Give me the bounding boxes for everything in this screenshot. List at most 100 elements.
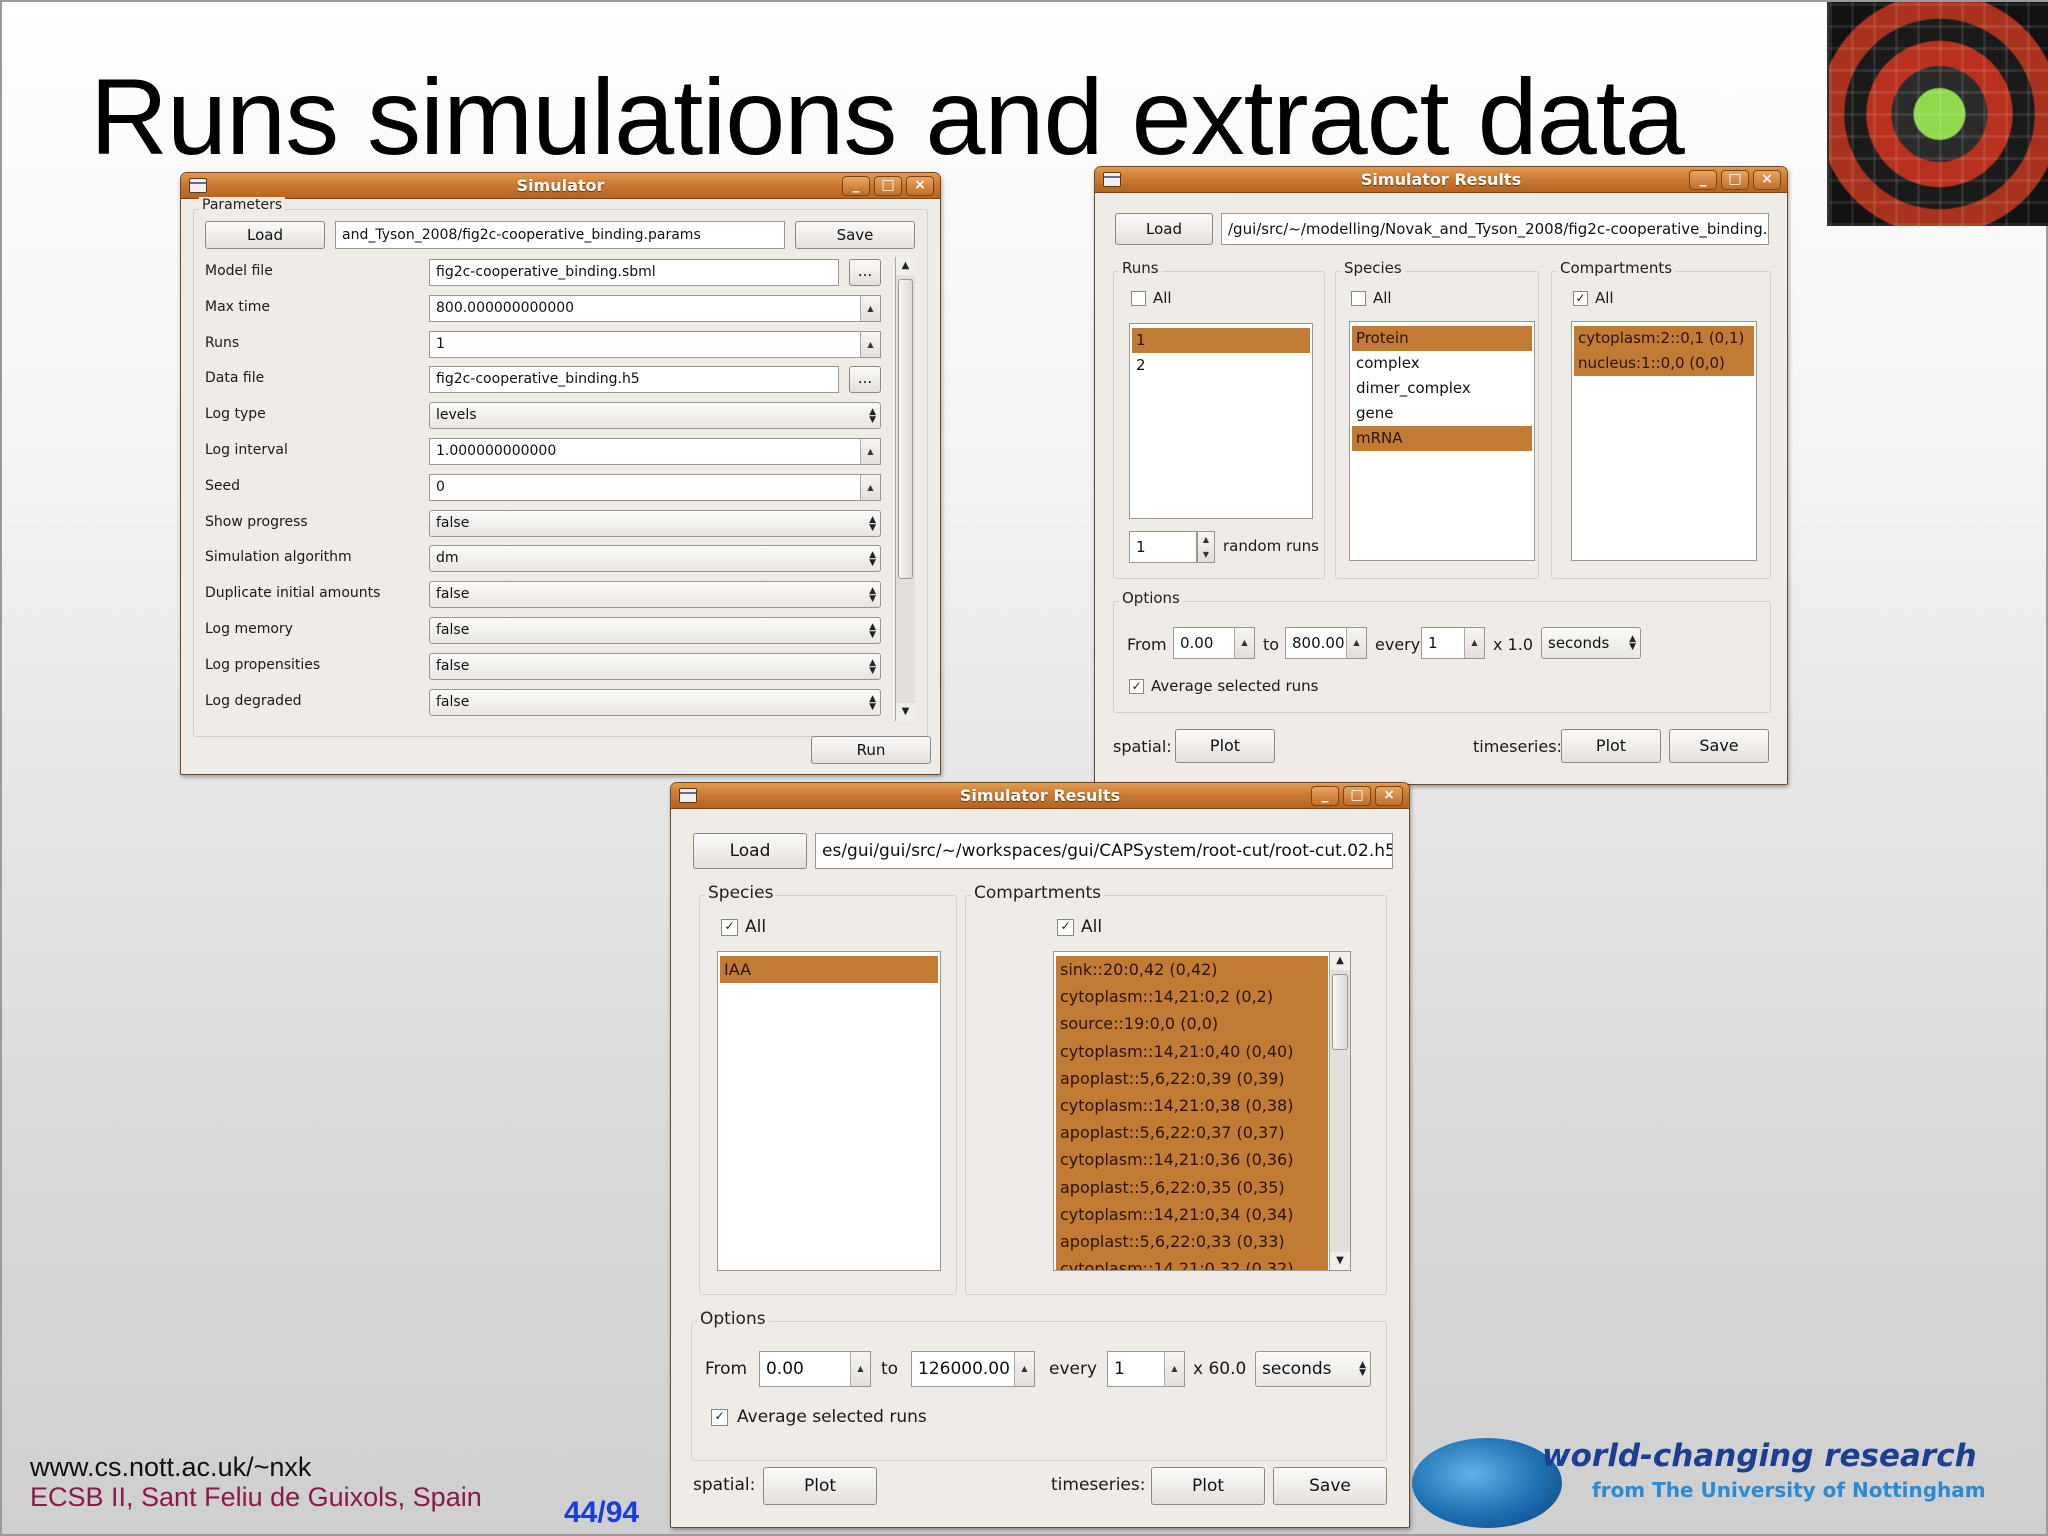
- species-all-checkbox[interactable]: ✓: [721, 919, 738, 936]
- close-icon[interactable]: ×: [1375, 786, 1403, 806]
- simulator-titlebar[interactable]: Simulator _ □ ×: [181, 173, 940, 199]
- maximize-icon[interactable]: □: [1721, 170, 1749, 190]
- param-combo-input[interactable]: false ▲ ▼: [429, 510, 881, 537]
- param-combo-input[interactable]: false ▲ ▼: [429, 653, 881, 680]
- every-spinbox[interactable]: 1 ▲▼: [1107, 1351, 1185, 1387]
- save-button[interactable]: Save: [1273, 1467, 1387, 1505]
- params-path-field[interactable]: and_Tyson_2008/fig2c-cooperative_binding…: [335, 221, 785, 249]
- param-combo-input[interactable]: levels ▲ ▼: [429, 402, 881, 429]
- list-item[interactable]: cytoplasm::14,21:0,40 (0,40): [1056, 1037, 1328, 1065]
- every-spinbox[interactable]: 1 ▲▼: [1421, 627, 1485, 659]
- list-item[interactable]: cytoplasm::14,21:0,34 (0,34): [1056, 1200, 1328, 1228]
- list-item[interactable]: apoplast::5,6,22:0,39 (0,39): [1056, 1064, 1328, 1092]
- list-item[interactable]: cytoplasm::14,21:0,32 (0,32): [1056, 1255, 1328, 1270]
- results-path-field[interactable]: /gui/src/~/modelling/Novak_and_Tyson_200…: [1221, 213, 1769, 245]
- list-item[interactable]: dimer_complex: [1352, 376, 1532, 401]
- load-button[interactable]: Load: [1115, 213, 1213, 245]
- spatial-plot-button[interactable]: Plot: [763, 1467, 877, 1505]
- species-list[interactable]: IAA: [717, 951, 941, 1271]
- parameters-scrollbar[interactable]: ▲ ▼: [895, 257, 915, 721]
- param-file-input[interactable]: fig2c-cooperative_binding.sbml: [429, 259, 839, 286]
- from-stepper[interactable]: ▲▼: [850, 1352, 870, 1386]
- list-item[interactable]: sink::20:0,42 (0,42): [1056, 956, 1328, 984]
- load-button[interactable]: Load: [693, 833, 807, 869]
- from-spinbox[interactable]: 0.00 ▲▼: [1173, 627, 1255, 659]
- run-button[interactable]: Run: [811, 736, 931, 764]
- param-stepper[interactable]: ▲▼: [860, 332, 880, 357]
- from-stepper[interactable]: ▲▼: [1234, 628, 1254, 658]
- runs-list[interactable]: 12: [1129, 323, 1313, 519]
- browse-button[interactable]: ...: [849, 259, 881, 286]
- random-runs-stepper[interactable]: ▲ ▼: [1197, 531, 1215, 563]
- param-combo-input[interactable]: dm ▲ ▼: [429, 545, 881, 572]
- param-stepper[interactable]: ▲▼: [860, 439, 880, 464]
- from-spinbox[interactable]: 0.00 ▲▼: [759, 1351, 871, 1387]
- list-item[interactable]: apoplast::5,6,22:0,35 (0,35): [1056, 1173, 1328, 1201]
- timeseries-plot-button[interactable]: Plot: [1561, 729, 1661, 763]
- every-stepper[interactable]: ▲▼: [1164, 1352, 1184, 1386]
- timeseries-plot-button[interactable]: Plot: [1151, 1467, 1265, 1505]
- compartments-list[interactable]: sink::20:0,42 (0,42) cytoplasm::14,21:0,2…: [1053, 951, 1351, 1271]
- param-combo-input[interactable]: false ▲ ▼: [429, 617, 881, 644]
- save-params-button[interactable]: Save: [795, 221, 915, 249]
- list-item[interactable]: 2: [1132, 353, 1310, 378]
- param-combo-input[interactable]: false ▲ ▼: [429, 689, 881, 716]
- list-item[interactable]: IAA: [720, 956, 938, 984]
- species-all-checkbox[interactable]: [1351, 291, 1366, 306]
- browse-button[interactable]: ...: [849, 366, 881, 393]
- param-spin-input[interactable]: 1.000000000000 ▲▼: [429, 438, 881, 465]
- random-runs-spinbox[interactable]: 1: [1129, 531, 1197, 563]
- results-path-field[interactable]: es/gui/gui/src/~/workspaces/gui/CAPSyste…: [815, 833, 1393, 869]
- list-item[interactable]: complex: [1352, 351, 1532, 376]
- param-spin-input[interactable]: 800.000000000000 ▲▼: [429, 295, 881, 322]
- param-label: Duplicate initial amounts: [205, 585, 381, 601]
- average-runs-checkbox[interactable]: ✓: [711, 1409, 728, 1426]
- load-params-button[interactable]: Load: [205, 221, 325, 249]
- time-unit-select[interactable]: seconds ▲ ▼: [1541, 627, 1641, 659]
- window-title: Simulator Results: [959, 786, 1121, 805]
- compartments-all-checkbox[interactable]: ✓: [1573, 291, 1588, 306]
- save-button[interactable]: Save: [1669, 729, 1769, 763]
- list-item[interactable]: cytoplasm:2::0,1 (0,1): [1574, 326, 1754, 351]
- list-item[interactable]: Protein: [1352, 326, 1532, 351]
- list-item[interactable]: apoplast::5,6,22:0,37 (0,37): [1056, 1119, 1328, 1147]
- list-item[interactable]: cytoplasm::14,21:0,36 (0,36): [1056, 1146, 1328, 1174]
- to-stepper[interactable]: ▲▼: [1014, 1352, 1034, 1386]
- list-item[interactable]: apoplast::5,6,22:0,33 (0,33): [1056, 1227, 1328, 1256]
- param-stepper[interactable]: ▲▼: [860, 296, 880, 321]
- maximize-icon[interactable]: □: [1343, 786, 1371, 806]
- results2-titlebar[interactable]: Simulator Results _ □ ×: [671, 783, 1409, 809]
- spatial-plot-button[interactable]: Plot: [1175, 729, 1275, 763]
- average-runs-checkbox[interactable]: ✓: [1129, 679, 1144, 694]
- param-stepper[interactable]: ▲▼: [860, 475, 880, 500]
- close-icon[interactable]: ×: [1753, 170, 1781, 190]
- list-item[interactable]: mRNA: [1352, 426, 1532, 451]
- results1-titlebar[interactable]: Simulator Results _ □ ×: [1095, 167, 1787, 193]
- minimize-icon[interactable]: _: [1311, 786, 1339, 806]
- species-list[interactable]: Protein complex dimer_complex gene mRNA: [1349, 321, 1535, 561]
- compartments-scrollbar[interactable]: ▲ ▼: [1329, 952, 1350, 1270]
- param-spin-input[interactable]: 0 ▲▼: [429, 474, 881, 501]
- param-spin-input[interactable]: 1 ▲▼: [429, 331, 881, 358]
- time-unit-select[interactable]: seconds ▲ ▼: [1255, 1351, 1371, 1387]
- close-icon[interactable]: ×: [906, 176, 934, 196]
- every-stepper[interactable]: ▲▼: [1464, 628, 1484, 658]
- average-runs-label: Average selected runs: [737, 1407, 927, 1427]
- minimize-icon[interactable]: _: [842, 176, 870, 196]
- list-item[interactable]: 1: [1132, 328, 1310, 353]
- minimize-icon[interactable]: _: [1689, 170, 1717, 190]
- param-combo-input[interactable]: false ▲ ▼: [429, 581, 881, 608]
- maximize-icon[interactable]: □: [874, 176, 902, 196]
- list-item[interactable]: cytoplasm::14,21:0,38 (0,38): [1056, 1091, 1328, 1120]
- list-item[interactable]: cytoplasm::14,21:0,2 (0,2): [1056, 983, 1328, 1011]
- list-item[interactable]: gene: [1352, 401, 1532, 426]
- compartments-list[interactable]: cytoplasm:2::0,1 (0,1) nucleus:1::0,0 (0,…: [1571, 321, 1757, 561]
- compartments-all-checkbox[interactable]: ✓: [1057, 919, 1074, 936]
- list-item[interactable]: source::19:0,0 (0,0): [1056, 1010, 1328, 1038]
- to-spinbox[interactable]: 126000.00 ▲▼: [911, 1351, 1035, 1387]
- param-file-input[interactable]: fig2c-cooperative_binding.h5: [429, 366, 839, 393]
- to-stepper[interactable]: ▲▼: [1346, 628, 1366, 658]
- to-spinbox[interactable]: 800.00 ▲▼: [1285, 627, 1367, 659]
- list-item[interactable]: nucleus:1::0,0 (0,0): [1574, 351, 1754, 376]
- runs-all-checkbox[interactable]: [1131, 291, 1146, 306]
